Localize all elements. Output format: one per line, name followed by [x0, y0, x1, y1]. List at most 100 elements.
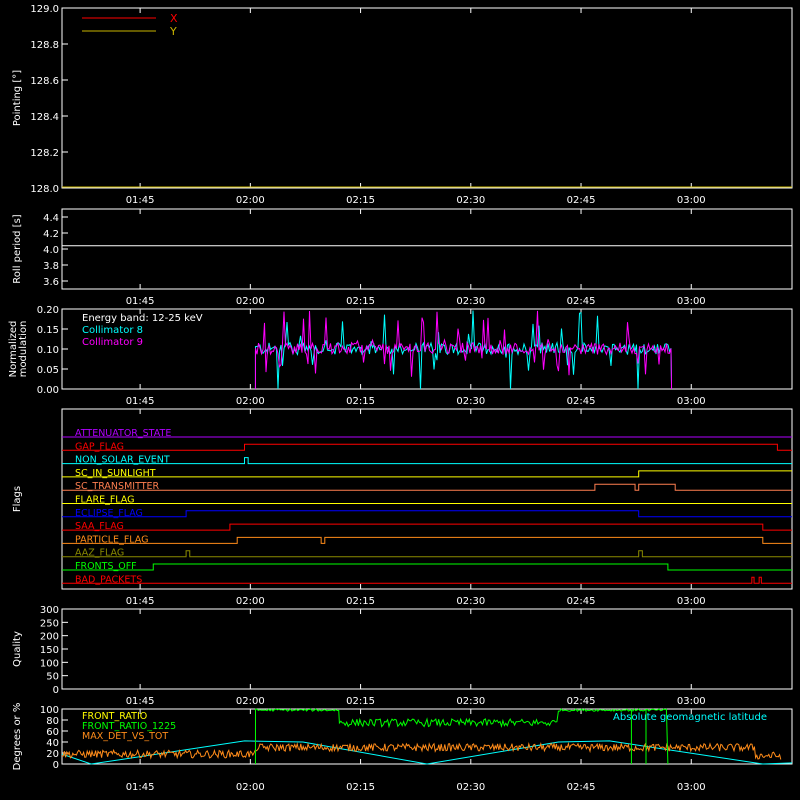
pointing-panel: 01:45 02:00 02:15 02:30 02:45 03:00 128.0 128.2… — [12, 4, 793, 206]
y-tick-label: 50 — [46, 672, 59, 683]
figure: 01:45 02:00 02:15 02:30 02:45 03:00 128.0 128.2… — [8, 4, 793, 793]
modulation-panel: 01:45 02:00 02:15 02:30 02:45 03:00 0.00 0.05 0.… — [8, 305, 793, 407]
flag-label: BAD_PACKETS — [75, 574, 142, 585]
y-tick-label: 80 — [46, 716, 59, 727]
y-tick-label: 3.6 — [43, 277, 59, 288]
x-tick-label: 02:00 — [236, 596, 265, 607]
x-tick-label: 01:45 — [126, 195, 155, 206]
y-tick-label: 0.00 — [37, 385, 59, 396]
flag-label: SAA_FLAG — [75, 521, 124, 532]
x-tick-label: 02:00 — [236, 696, 265, 707]
y-tick-label: 128.0 — [30, 184, 59, 195]
x-tick-label: 03:00 — [677, 396, 706, 407]
y-tick-label: 0.10 — [37, 345, 59, 356]
quality-frame — [61, 608, 793, 690]
roll-frame — [61, 208, 793, 290]
x-tick-label: 02:00 — [236, 782, 265, 793]
x-tick-label: 01:45 — [126, 396, 155, 407]
x-tick-label: 02:15 — [346, 296, 375, 307]
flag-label: SC_IN_SUNLIGHT — [75, 468, 156, 479]
y-tick-label: 100 — [40, 658, 59, 669]
y-tick-label: 128.4 — [30, 112, 59, 123]
legend-label: X — [170, 12, 178, 25]
y-tick-label: 200 — [40, 632, 59, 643]
pointing-ylabel: Pointing [°] — [12, 70, 23, 126]
energy-band-annotation: Energy band: 12-25 keV — [82, 313, 203, 324]
flag-label: FRONTS_OFF — [75, 561, 137, 572]
y-tick-label: 0 — [53, 685, 59, 696]
y-tick-label: 20 — [46, 749, 59, 760]
x-tick-label: 02:15 — [346, 782, 375, 793]
x-tick-label: 02:30 — [456, 696, 485, 707]
y-tick-label: 4.4 — [43, 213, 59, 224]
x-tick-label: 01:45 — [126, 296, 155, 307]
x-tick-label: 02:45 — [567, 396, 596, 407]
flags-panel: 01:45 02:00 02:15 02:30 02:45 03:00 Flags ATTEN… — [12, 408, 793, 607]
flag-line-particle-flag — [62, 536, 792, 544]
x-tick-label: 03:00 — [677, 296, 706, 307]
legend-label: Collimator 8 — [82, 325, 143, 336]
flag-line-aaz-flag — [62, 550, 792, 558]
flag-label: FLARE_FLAG — [75, 495, 135, 506]
x-tick-label: 03:00 — [677, 195, 706, 206]
x-tick-label: 02:45 — [567, 782, 596, 793]
flag-label: NON_SOLAR_EVENT — [75, 455, 170, 466]
x-tick-label: 02:15 — [346, 396, 375, 407]
flag-line-eclipse-flag — [62, 510, 792, 518]
roll-panel: 01:45 02:00 02:15 02:30 02:45 03:00 3.6 3.8 4.0 4… — [12, 208, 793, 307]
x-tick-label: 02:00 — [236, 195, 265, 206]
x-tick-label: 02:45 — [567, 696, 596, 707]
x-tick-label: 02:45 — [567, 296, 596, 307]
flag-line-saa-flag — [62, 523, 792, 531]
y-tick-label: 150 — [40, 645, 59, 656]
x-tick-label: 02:15 — [346, 195, 375, 206]
y-tick-label: 60 — [46, 727, 59, 738]
x-tick-label: 02:30 — [456, 396, 485, 407]
y-tick-label: 40 — [46, 738, 59, 749]
flag-line-sc-transmitter — [62, 483, 792, 491]
y-tick-label: 129.0 — [30, 4, 59, 15]
y-tick-label: 300 — [40, 605, 59, 616]
flag-line-bad-packets — [62, 576, 792, 584]
y-tick-label: 0 — [53, 760, 59, 771]
x-tick-label: 01:45 — [126, 596, 155, 607]
y-tick-label: 128.8 — [30, 40, 59, 51]
x-tick-label: 01:45 — [126, 696, 155, 707]
flag-line-gap-flag — [62, 443, 792, 451]
flag-line-fronts-off — [62, 563, 792, 571]
geomag-latitude-label: Absolute geomagnetic latitude — [613, 712, 767, 723]
flag-label: GAP_FLAG — [75, 441, 124, 452]
x-tick-label: 03:00 — [677, 596, 706, 607]
legend-label: Y — [169, 25, 177, 38]
flag-label: PARTICLE_FLAG — [75, 534, 148, 545]
front-ratio-1225-line — [254, 708, 669, 765]
y-tick-label: 0.15 — [37, 325, 59, 336]
modulation-ylabel: modulation — [18, 321, 29, 378]
y-tick-label: 4.2 — [43, 229, 59, 240]
roll-ylabel: Roll period [s] — [12, 214, 23, 283]
y-tick-label: 128.2 — [30, 148, 59, 159]
flag-label: ATTENUATOR_STATE — [75, 428, 171, 439]
flags-frame — [61, 408, 793, 590]
quality-ylabel: Quality — [12, 631, 23, 667]
x-tick-label: 02:30 — [456, 596, 485, 607]
flag-line-non-solar-event — [62, 457, 792, 465]
y-tick-label: 100 — [40, 705, 59, 716]
flag-line-sc-in-sunlight — [62, 470, 792, 478]
x-tick-label: 02:30 — [456, 195, 485, 206]
y-tick-label: 250 — [40, 618, 59, 629]
y-tick-label: 0.05 — [37, 365, 59, 376]
x-tick-label: 02:45 — [567, 596, 596, 607]
max-det-vs-tot-line — [61, 741, 782, 760]
x-tick-label: 03:00 — [677, 782, 706, 793]
y-tick-label: 3.8 — [43, 261, 59, 272]
x-tick-label: 02:30 — [456, 782, 485, 793]
front-ylabel: Degrees or % — [12, 703, 23, 771]
flag-label: SC_TRANSMITTER — [75, 481, 160, 492]
x-tick-label: 01:45 — [126, 782, 155, 793]
flags-ylabel: Flags — [12, 486, 23, 512]
x-tick-label: 02:30 — [456, 296, 485, 307]
flag-label: ECLIPSE_FLAG — [75, 508, 143, 519]
x-tick-label: 02:45 — [567, 195, 596, 206]
y-tick-label: 128.6 — [30, 76, 59, 87]
